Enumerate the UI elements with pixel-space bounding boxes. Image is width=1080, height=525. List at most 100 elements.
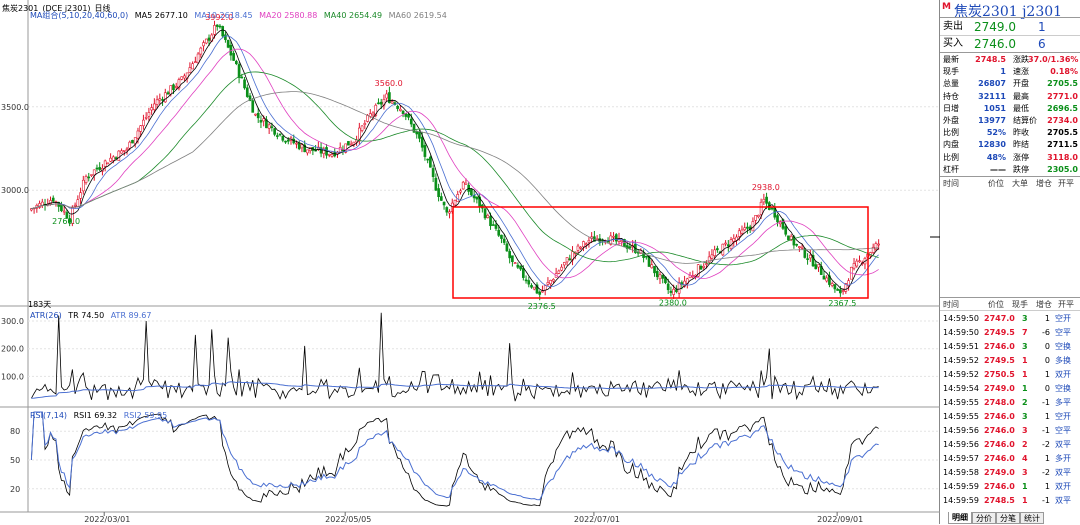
ma10-line: [31, 35, 879, 288]
candle-body: [218, 25, 222, 28]
candle-body: [295, 142, 298, 145]
tick-time: 14:59:54: [943, 384, 979, 393]
quote-value-left: 1051: [983, 103, 1006, 113]
tick-oi-change: 0: [1044, 356, 1050, 365]
tick-time: 14:59:56: [943, 426, 979, 435]
tick-time: 14:59:55: [943, 398, 979, 407]
tick-type: 多平: [1055, 398, 1071, 407]
sell-row: 卖出 2749.0 1: [940, 19, 1080, 35]
candle-body: [754, 215, 757, 221]
rsi2-value: RSI2 59.95: [123, 411, 168, 420]
tick-volume: 1: [1022, 356, 1028, 365]
atr-axis-label: 100.0: [1, 372, 24, 381]
tick-row[interactable]: 14:59:50 2747.0 3 1 空开: [940, 312, 1080, 325]
tick-volume: 1: [1022, 370, 1028, 379]
rsi-axis-label: 50: [10, 456, 20, 465]
candle-body: [822, 275, 826, 280]
candle-body: [237, 64, 241, 78]
candle-body: [188, 67, 192, 73]
candle-body: [51, 197, 55, 202]
tick-row[interactable]: 14:59:56 2746.0 3 -1 空平: [940, 424, 1080, 437]
tick-type: 空换: [1055, 342, 1071, 351]
quote-label-left: 现手: [943, 67, 959, 77]
tick-row[interactable]: 14:59:54 2749.0 1 0 空换: [940, 382, 1080, 395]
candle-body: [98, 167, 102, 170]
candle-body: [267, 124, 271, 129]
candle-body: [112, 156, 115, 161]
market-icon: M: [942, 2, 951, 12]
candle-body: [431, 168, 435, 177]
tick-row[interactable]: 14:59:58 2749.0 3 -2 双平: [940, 466, 1080, 479]
quote-value-left: ——: [990, 164, 1006, 174]
candle-body: [136, 130, 140, 139]
candle-body: [705, 263, 708, 265]
candle-body: [650, 264, 654, 269]
candle-body: [95, 167, 99, 170]
candle-body: [806, 258, 809, 260]
tick-price: 2746.0: [984, 426, 1015, 435]
candle-body: [675, 289, 678, 292]
tick-row[interactable]: 14:59:56 2746.0 2 -2 双平: [940, 438, 1080, 451]
tick-row[interactable]: 14:59:52 2750.5 1 1 双开: [940, 368, 1080, 381]
candle-body: [825, 277, 829, 282]
candle-body: [366, 115, 369, 122]
tab-statistics[interactable]: 统计: [1020, 512, 1044, 524]
chart-area[interactable]: 3500.0 3000.0 3992.0 3560.0 2938.0 2760.0 2376…: [0, 0, 940, 524]
candle-body: [699, 265, 703, 270]
candle-body: [716, 248, 719, 251]
col-price: 价位: [988, 179, 1004, 188]
buy-label: 买入: [943, 38, 963, 49]
quote-value-right: 2734.0: [1047, 116, 1078, 125]
candle-body: [606, 241, 610, 243]
candle-body: [464, 182, 468, 185]
tick-row[interactable]: 14:59:52 2749.5 1 0 多换: [940, 354, 1080, 367]
candle-body: [677, 282, 681, 294]
quote-label-right: 跌停: [1013, 164, 1029, 174]
candle-body: [262, 118, 266, 122]
candle-body: [584, 243, 588, 246]
tick-volume: 2: [1022, 440, 1028, 449]
kline-chart[interactable]: 3500.03000.03992.03560.02938.02760.02376…: [0, 0, 940, 524]
candle-body: [787, 235, 790, 241]
tick-row[interactable]: 14:59:51 2746.0 3 0 空换: [940, 340, 1080, 353]
quote-value-right: 2705.5: [1047, 79, 1078, 89]
candle-body: [475, 196, 479, 200]
tick-type: 多开: [1055, 454, 1071, 463]
ma5-line: [31, 29, 879, 291]
tab-detail[interactable]: 明细: [948, 512, 972, 524]
atr-legend-label: ATR(26): [30, 311, 62, 320]
candle-body: [494, 224, 498, 229]
tick-oi-change: -1: [1042, 426, 1050, 435]
candle-body: [737, 230, 741, 237]
tab-price-distribution[interactable]: 分价: [972, 512, 996, 524]
candle-body: [131, 139, 134, 144]
tick-row[interactable]: 14:59:57 2746.0 4 1 多开: [940, 452, 1080, 465]
candle-body: [158, 98, 162, 101]
col-time: 时间: [943, 179, 959, 188]
tick-price: 2746.0: [984, 412, 1015, 421]
tick-price: 2750.5: [984, 370, 1015, 379]
tick-row[interactable]: 14:59:59 2746.0 1 1 双开: [940, 480, 1080, 493]
candle-body: [502, 238, 506, 243]
tick-row[interactable]: 14:59:50 2749.5 7 -6 空平: [940, 326, 1080, 339]
tick-type: 双平: [1055, 496, 1071, 505]
candle-body: [120, 150, 123, 154]
candle-body: [511, 255, 514, 262]
candle-body: [196, 53, 200, 64]
tick-row[interactable]: 14:59:59 2748.5 1 -1 双平: [940, 494, 1080, 507]
quote-value-right: 2771.0: [1047, 91, 1078, 101]
candle-body: [423, 145, 427, 157]
candle-body: [546, 282, 550, 285]
candle-body: [276, 135, 279, 137]
candle-body: [256, 112, 260, 119]
tick-row[interactable]: 14:59:55 2746.0 3 1 空开: [940, 410, 1080, 423]
tab-tick-by-tick[interactable]: 分笔: [996, 512, 1020, 524]
candle-body: [459, 190, 462, 193]
tick-row[interactable]: 14:59:55 2748.0 2 -1 多平: [940, 396, 1080, 409]
quote-value-left: 13977: [978, 116, 1006, 125]
rsi1-value: RSI1 69.32: [73, 411, 118, 420]
candle-body: [612, 235, 615, 238]
tick-volume: 4: [1022, 454, 1028, 463]
tick-oi-change: -6: [1042, 328, 1050, 337]
tick-oi-change: 1: [1044, 370, 1050, 379]
